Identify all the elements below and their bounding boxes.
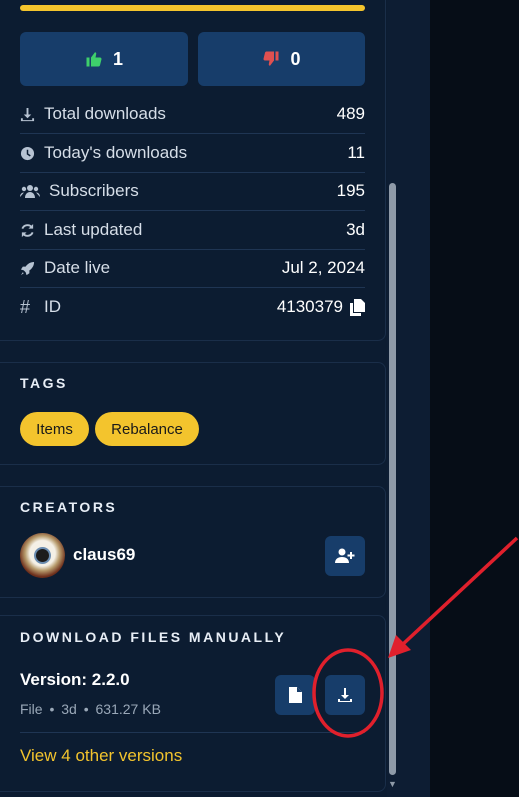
stat-label: Total downloads bbox=[44, 104, 166, 123]
download-icon bbox=[338, 688, 352, 702]
stat-last-updated: Last updated 3d bbox=[20, 211, 365, 250]
stat-todays-downloads: Today's downloads 11 bbox=[20, 134, 365, 173]
download-file-button[interactable] bbox=[325, 675, 365, 715]
add-creator-button[interactable] bbox=[325, 536, 365, 576]
stat-value: 3d bbox=[346, 220, 365, 239]
stat-value: 11 bbox=[347, 143, 365, 162]
downvote-button[interactable]: 0 bbox=[198, 32, 365, 86]
stat-total-downloads: Total downloads 489 bbox=[20, 95, 365, 134]
file-type: File bbox=[20, 701, 43, 717]
tag-rebalance[interactable]: Rebalance bbox=[95, 412, 199, 446]
view-file-button[interactable] bbox=[275, 675, 315, 715]
stat-label: Date live bbox=[44, 258, 111, 277]
scrollbar-thumb[interactable] bbox=[389, 183, 396, 775]
stat-value: 195 bbox=[336, 181, 365, 200]
avatar-eye-pupil bbox=[34, 547, 51, 564]
creators-title: CREATORS bbox=[20, 499, 118, 515]
file-age: 3d bbox=[61, 701, 77, 717]
download-icon bbox=[20, 107, 44, 122]
file-icon bbox=[288, 687, 302, 703]
copy-icon[interactable] bbox=[350, 298, 365, 316]
tags-title: TAGS bbox=[20, 375, 68, 391]
scroll-down-arrow[interactable]: ▼ bbox=[387, 778, 398, 790]
file-meta: File • 3d • 631.27 KB bbox=[20, 701, 161, 717]
thumbs-down-icon bbox=[263, 51, 279, 66]
creator-name[interactable]: claus69 bbox=[73, 545, 135, 565]
thumbs-up-icon bbox=[86, 52, 102, 67]
rating-bar bbox=[20, 5, 365, 11]
stat-label: Last updated bbox=[44, 220, 143, 239]
other-versions-link[interactable]: View 4 other versions bbox=[20, 746, 182, 766]
stat-label: Today's downloads bbox=[44, 143, 188, 162]
stat-value: Jul 2, 2024 bbox=[281, 258, 365, 277]
version-label: Version: 2.2.0 bbox=[20, 670, 130, 689]
stat-id: # ID 4130379 bbox=[20, 288, 365, 326]
user-plus-icon bbox=[335, 548, 355, 563]
stat-value: 4130379 bbox=[277, 297, 365, 317]
upvote-button[interactable]: 1 bbox=[20, 32, 188, 86]
downvote-count: 0 bbox=[290, 48, 301, 69]
tag-items[interactable]: Items bbox=[20, 412, 89, 446]
file-size: 631.27 KB bbox=[95, 701, 161, 717]
stat-date-live: Date live Jul 2, 2024 bbox=[20, 249, 365, 288]
users-icon bbox=[20, 184, 44, 199]
meta-separator: • bbox=[83, 701, 89, 717]
avatar[interactable] bbox=[20, 533, 65, 578]
stats-card: 1 0 Total downloads 489 Today's download… bbox=[0, 0, 386, 341]
upvote-count: 1 bbox=[112, 48, 123, 69]
hash-icon: # bbox=[20, 296, 31, 317]
stat-label: ID bbox=[44, 297, 61, 316]
card-divider bbox=[20, 732, 365, 733]
download-title: DOWNLOAD FILES MANUALLY bbox=[20, 629, 287, 645]
id-value: 4130379 bbox=[276, 297, 343, 316]
refresh-icon bbox=[20, 223, 44, 238]
stat-value: 489 bbox=[336, 104, 365, 123]
meta-separator: • bbox=[49, 701, 55, 717]
stat-subscribers: Subscribers 195 bbox=[20, 172, 365, 211]
clock-icon bbox=[20, 146, 44, 161]
rocket-icon bbox=[20, 261, 44, 276]
page-edge bbox=[430, 0, 519, 797]
stat-label: Subscribers bbox=[49, 181, 139, 200]
